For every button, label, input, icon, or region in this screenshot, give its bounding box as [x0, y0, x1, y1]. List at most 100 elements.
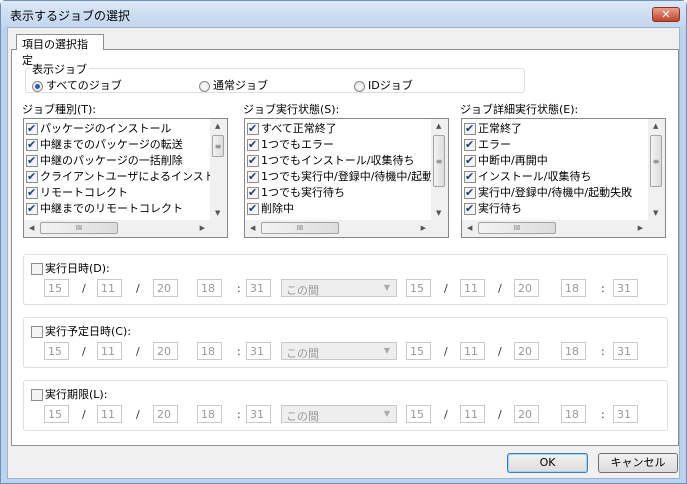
- scroll-down-icon[interactable]: ▼: [436, 209, 441, 217]
- checkbox-checked[interactable]: [26, 137, 38, 153]
- list-item[interactable]: 1つでもインストール/収集待ち: [247, 153, 414, 169]
- scroll-thumb[interactable]: III: [40, 222, 118, 234]
- checkbox[interactable]: [31, 326, 43, 338]
- checkbox[interactable]: [31, 389, 43, 401]
- to-minute-field[interactable]: 31: [613, 279, 638, 297]
- checklist-2[interactable]: 正常終了エラー中断中/再開中インストール/収集待ち実行中/登録中/待機中/起動失…: [461, 118, 666, 238]
- scroll-up-icon[interactable]: ▲: [436, 122, 441, 130]
- checkbox-checked[interactable]: [247, 153, 259, 169]
- list-item[interactable]: 1つでもエラー: [247, 137, 334, 153]
- radio-2[interactable]: IDジョブ: [354, 77, 413, 93]
- horizontal-scrollbar[interactable]: ◀ III ▶: [24, 220, 227, 237]
- list-item[interactable]: クライアントユーザによるインストール: [26, 169, 227, 185]
- checkbox-checked[interactable]: [26, 169, 38, 185]
- to-year-field[interactable]: 15: [406, 342, 431, 360]
- vertical-scrollbar[interactable]: ▲ ≡ ▼: [210, 119, 227, 220]
- list-item[interactable]: 実行中/登録中/待機中/起動失敗: [464, 185, 632, 201]
- checkbox-checked[interactable]: [26, 185, 38, 201]
- checkbox-checked[interactable]: [247, 185, 259, 201]
- to-month-field[interactable]: 11: [460, 342, 485, 360]
- close-icon[interactable]: ✕: [652, 7, 680, 22]
- checkbox-checked[interactable]: [26, 121, 38, 137]
- from-day-field[interactable]: 20: [153, 342, 178, 360]
- checkbox-checked[interactable]: [26, 201, 38, 217]
- to-hour-field[interactable]: 18: [561, 279, 586, 297]
- checkbox-checked[interactable]: [247, 169, 259, 185]
- scroll-left-icon[interactable]: ◀: [467, 224, 472, 232]
- from-year-field[interactable]: 15: [44, 279, 69, 297]
- vertical-scrollbar[interactable]: ▲ ≡ ▼: [431, 119, 448, 220]
- to-minute-field[interactable]: 31: [613, 405, 638, 423]
- from-day-field[interactable]: 20: [153, 279, 178, 297]
- cancel-button[interactable]: キャンセル: [598, 453, 678, 473]
- checkbox-checked[interactable]: [464, 185, 476, 201]
- scroll-thumb[interactable]: III: [478, 222, 556, 234]
- list-item[interactable]: すべて正常終了: [247, 121, 337, 137]
- checkbox-checked[interactable]: [247, 137, 259, 153]
- scroll-down-icon[interactable]: ▼: [215, 209, 220, 217]
- radio-button[interactable]: [354, 80, 365, 92]
- scroll-right-icon[interactable]: ▶: [200, 224, 205, 232]
- tab-selection[interactable]: 項目の選択指定: [16, 34, 104, 67]
- from-hour-field[interactable]: 18: [197, 405, 222, 423]
- to-hour-field[interactable]: 18: [561, 342, 586, 360]
- list-item[interactable]: 1つでも実行中/登録中/待機中/起動: [247, 169, 433, 185]
- list-item[interactable]: 1つでも実行待ち: [247, 185, 345, 201]
- from-month-field[interactable]: 11: [97, 342, 122, 360]
- checkbox-checked[interactable]: [464, 137, 476, 153]
- condition-combobox[interactable]: この間 ▼: [281, 342, 397, 360]
- list-item[interactable]: インストール/収集待ち: [464, 169, 592, 185]
- horizontal-scrollbar[interactable]: ◀ III ▶: [462, 220, 665, 237]
- chevron-down-icon[interactable]: ▼: [384, 346, 390, 355]
- from-minute-field[interactable]: 31: [246, 405, 271, 423]
- from-minute-field[interactable]: 31: [246, 279, 271, 297]
- checkbox-checked[interactable]: [464, 201, 476, 217]
- list-item[interactable]: 中継までのパッケージの転送: [26, 137, 183, 153]
- to-day-field[interactable]: 20: [514, 405, 539, 423]
- condition-combobox[interactable]: この間 ▼: [281, 405, 397, 423]
- from-month-field[interactable]: 11: [97, 405, 122, 423]
- from-minute-field[interactable]: 31: [246, 342, 271, 360]
- scroll-thumb[interactable]: ≡: [212, 135, 224, 157]
- to-year-field[interactable]: 15: [406, 405, 431, 423]
- chevron-down-icon[interactable]: ▼: [384, 409, 390, 418]
- radio-button[interactable]: [199, 80, 210, 92]
- date-group-header[interactable]: 実行日時(D):: [31, 260, 110, 276]
- to-month-field[interactable]: 11: [460, 405, 485, 423]
- horizontal-scrollbar[interactable]: ◀ III ▶: [245, 220, 448, 237]
- list-item[interactable]: 中断中/再開中: [464, 153, 548, 169]
- checkbox[interactable]: [31, 263, 43, 275]
- to-day-field[interactable]: 20: [514, 342, 539, 360]
- radio-1[interactable]: 通常ジョブ: [199, 77, 268, 93]
- vertical-scrollbar[interactable]: ▲ ≡ ▼: [648, 119, 665, 220]
- list-item[interactable]: エラー: [464, 137, 511, 153]
- scroll-down-icon[interactable]: ▼: [653, 209, 658, 217]
- list-item[interactable]: パッケージのインストール: [26, 121, 172, 137]
- checkbox-checked[interactable]: [464, 169, 476, 185]
- from-month-field[interactable]: 11: [97, 279, 122, 297]
- scroll-up-icon[interactable]: ▲: [215, 122, 220, 130]
- from-hour-field[interactable]: 18: [197, 342, 222, 360]
- checkbox-checked[interactable]: [247, 201, 259, 217]
- chevron-down-icon[interactable]: ▼: [384, 283, 390, 292]
- to-month-field[interactable]: 11: [460, 279, 485, 297]
- list-item[interactable]: 実行待ち: [464, 201, 522, 217]
- checkbox-checked[interactable]: [464, 153, 476, 169]
- date-group-header[interactable]: 実行予定日時(C):: [31, 323, 131, 339]
- checkbox-checked[interactable]: [26, 153, 38, 169]
- scroll-left-icon[interactable]: ◀: [29, 224, 34, 232]
- ok-button[interactable]: OK: [507, 453, 588, 473]
- list-item[interactable]: リモートコレクト: [26, 185, 128, 201]
- scroll-thumb[interactable]: III: [261, 222, 339, 234]
- to-hour-field[interactable]: 18: [561, 405, 586, 423]
- condition-combobox[interactable]: この間 ▼: [281, 279, 397, 297]
- date-group-header[interactable]: 実行期限(L):: [31, 386, 107, 402]
- list-item[interactable]: 削除中: [247, 201, 294, 217]
- checkbox-checked[interactable]: [247, 121, 259, 137]
- from-year-field[interactable]: 15: [44, 405, 69, 423]
- from-hour-field[interactable]: 18: [197, 279, 222, 297]
- scroll-left-icon[interactable]: ◀: [250, 224, 255, 232]
- checklist-0[interactable]: パッケージのインストール中継までのパッケージの転送中継のパッケージの一括削除クラ…: [23, 118, 228, 238]
- checklist-1[interactable]: すべて正常終了 1つでもエラー 1つでもインストール/収集待ち 1つでも実行中/登録中…: [244, 118, 449, 238]
- scroll-right-icon[interactable]: ▶: [638, 224, 643, 232]
